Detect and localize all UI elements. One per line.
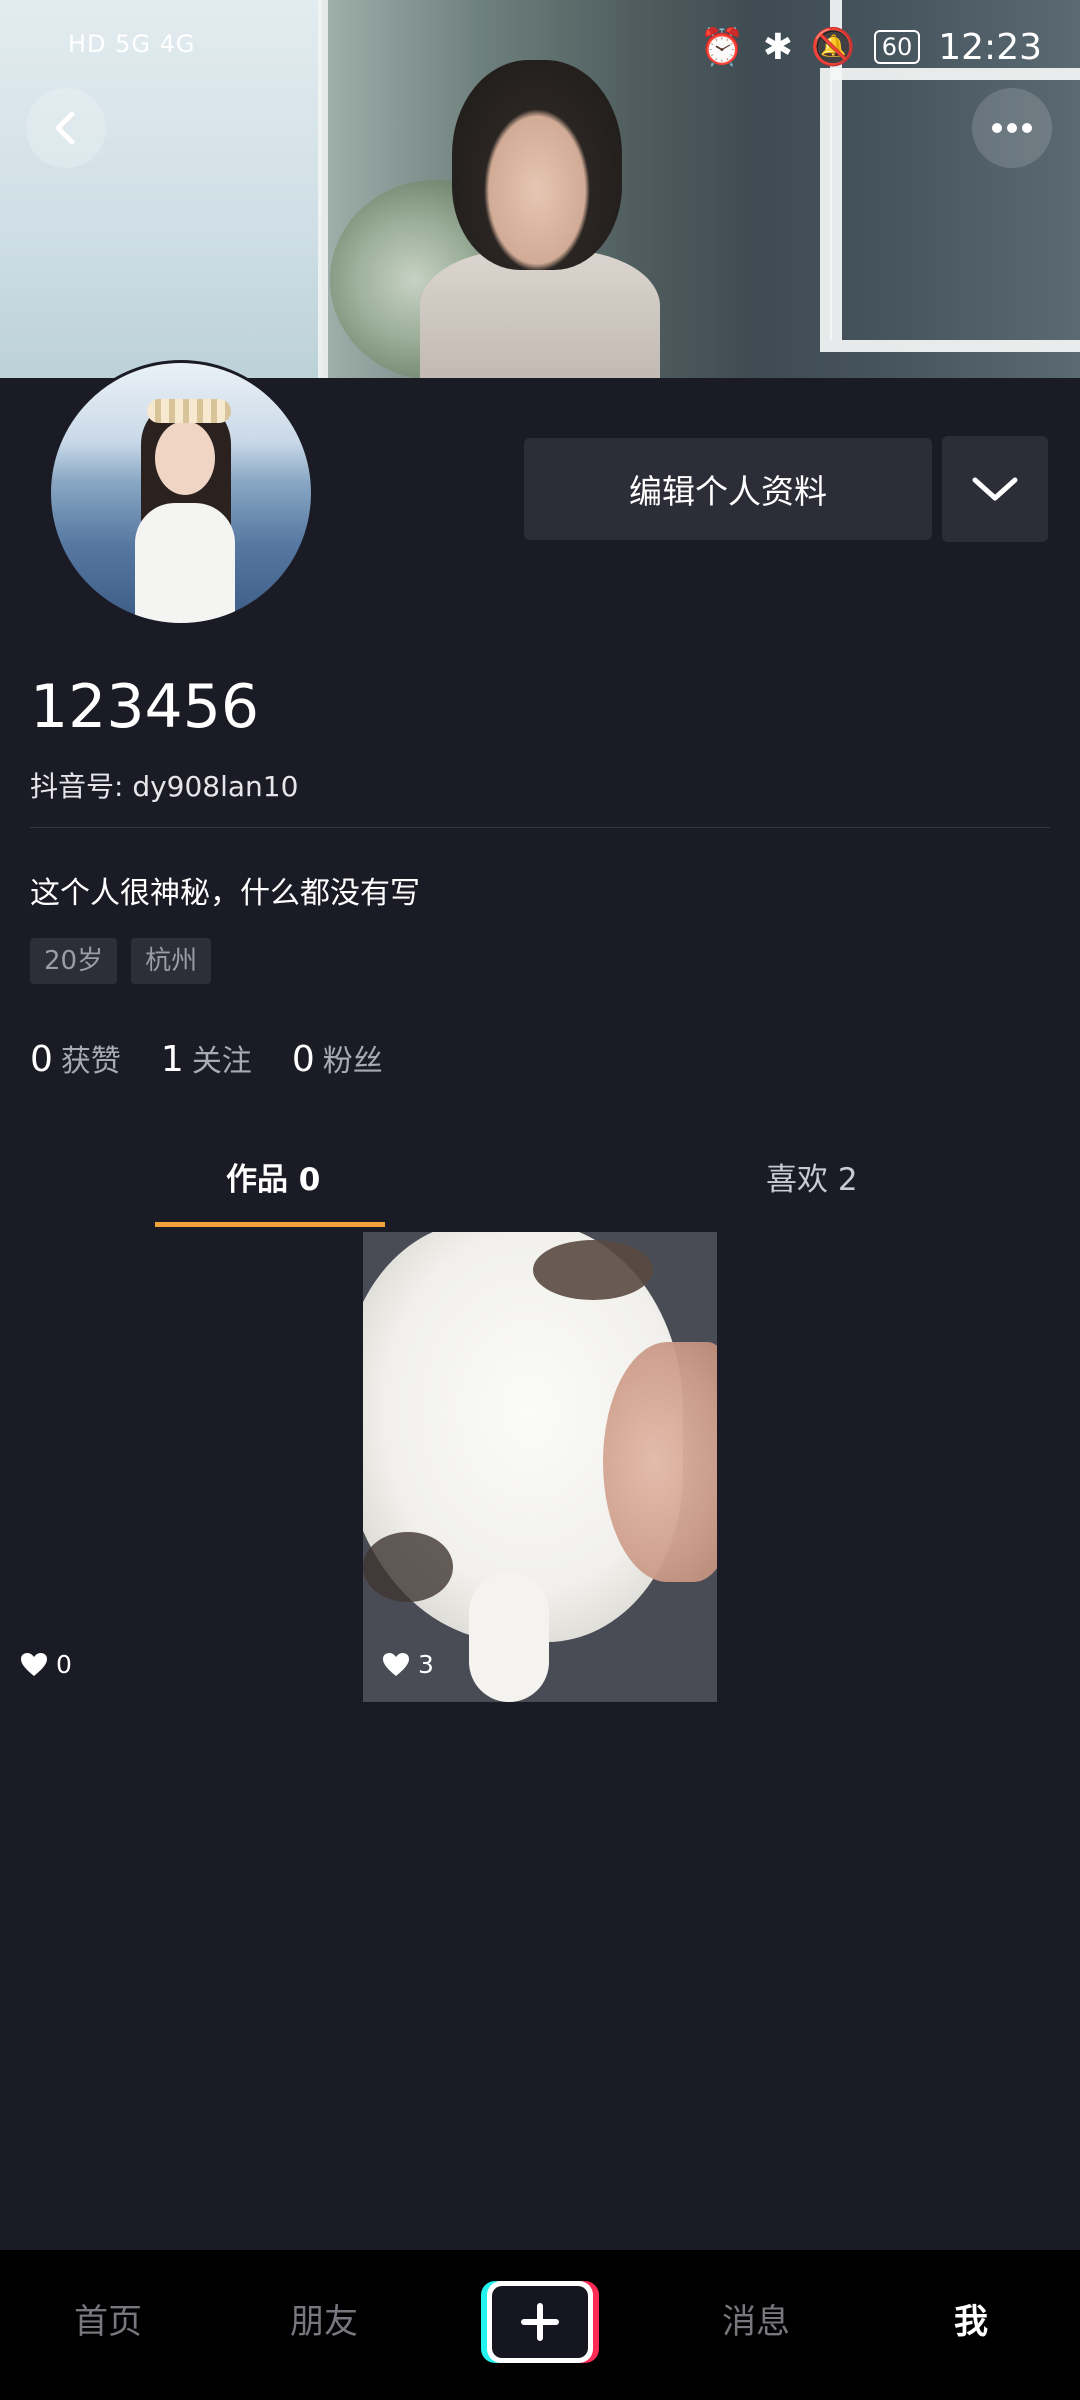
avatar-dress xyxy=(135,503,235,623)
battery-indicator: 60 xyxy=(873,30,921,64)
profile-tags: 20岁 杭州 xyxy=(30,938,212,984)
thumbnail-cat-leg xyxy=(469,1572,549,1702)
avatar-face xyxy=(155,421,215,495)
tag-location[interactable]: 杭州 xyxy=(131,938,212,984)
more-options-button[interactable] xyxy=(972,88,1052,168)
edit-profile-button[interactable]: 编辑个人资料 xyxy=(524,438,932,540)
bottom-nav: 首页 朋友 消息 我 xyxy=(0,2250,1080,2400)
video-thumbnail-1[interactable] xyxy=(0,1232,356,1702)
nav-friends[interactable]: 朋友 xyxy=(290,2294,358,2343)
stat-label: 获赞 xyxy=(60,1044,121,1079)
video-thumbnail-2[interactable] xyxy=(363,1232,717,1702)
like-count-value: 0 xyxy=(56,1650,72,1679)
create-post-button[interactable] xyxy=(481,2281,599,2363)
stat-count: 0 xyxy=(291,1039,315,1080)
username: 123456 xyxy=(30,672,260,742)
chevron-left-icon xyxy=(55,111,75,145)
status-bar: HD 5G 4G ⏰ ✱ 🔕 60 12:23 xyxy=(0,0,1080,100)
nav-home[interactable]: 首页 xyxy=(74,2294,142,2343)
video-like-count-1: 0 xyxy=(20,1650,72,1679)
signal-indicators: HD 5G 4G xyxy=(68,30,196,58)
divider xyxy=(30,827,1050,828)
avatar-flower-crown xyxy=(147,399,231,423)
mute-icon: 🔕 xyxy=(810,27,856,68)
tab-likes[interactable]: 喜欢 2 xyxy=(766,1154,858,1199)
more-dots-icon xyxy=(992,123,1032,133)
nav-messages[interactable]: 消息 xyxy=(722,2294,790,2343)
tab-works[interactable]: 作品 0 xyxy=(226,1154,320,1199)
stat-label: 关注 xyxy=(191,1044,252,1079)
chevron-down-icon xyxy=(972,477,1018,501)
bluetooth-icon: ✱ xyxy=(762,26,793,68)
expand-dropdown-button[interactable] xyxy=(942,436,1048,542)
plus-button-inner xyxy=(492,2286,588,2358)
alarm-icon: ⏰ xyxy=(699,27,745,68)
back-button[interactable] xyxy=(26,88,106,168)
content-tabs: 作品 0 喜欢 2 xyxy=(0,1140,1080,1230)
status-right-group: ⏰ ✱ 🔕 60 12:23 xyxy=(699,26,1042,69)
stat-count: 1 xyxy=(160,1039,184,1080)
active-tab-indicator xyxy=(155,1222,385,1227)
stat-following[interactable]: 1 关注 xyxy=(161,1036,252,1080)
plus-icon xyxy=(521,2303,559,2341)
plus-button-face xyxy=(487,2281,593,2363)
stat-likes-received[interactable]: 0 获赞 xyxy=(30,1036,121,1080)
thumbnail-cat-spot xyxy=(363,1532,453,1602)
nav-me[interactable]: 我 xyxy=(954,2294,988,2343)
profile-stats: 0 获赞 1 关注 0 粉丝 xyxy=(30,1036,383,1080)
avatar[interactable] xyxy=(48,360,314,626)
thumbnail-cat-spot xyxy=(533,1240,653,1300)
video-like-count-2: 3 xyxy=(382,1650,434,1679)
tag-age[interactable]: 20岁 xyxy=(30,938,118,984)
bio[interactable]: 这个人很神秘，什么都没有写 xyxy=(30,868,420,912)
stat-label: 粉丝 xyxy=(322,1044,383,1079)
stat-count: 0 xyxy=(30,1039,53,1080)
stat-followers[interactable]: 0 粉丝 xyxy=(292,1036,383,1080)
clock: 12:23 xyxy=(938,26,1042,68)
heart-icon xyxy=(21,1652,47,1676)
like-count-value: 3 xyxy=(418,1650,434,1679)
heart-icon xyxy=(383,1652,409,1676)
douyin-id[interactable]: 抖音号: dy908lan10 xyxy=(30,765,298,805)
